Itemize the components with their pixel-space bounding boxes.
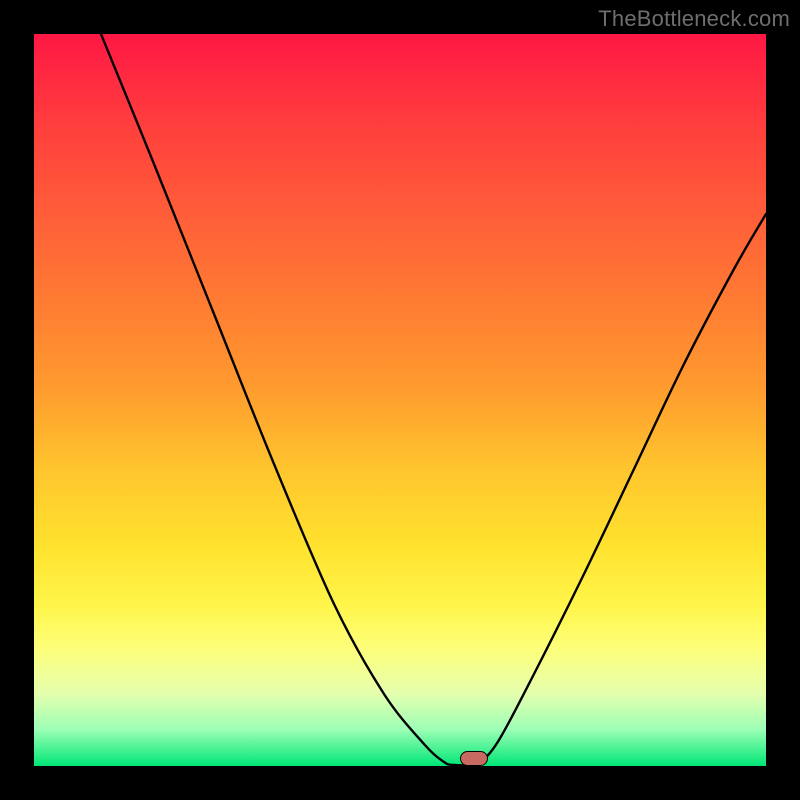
bottleneck-marker <box>460 751 488 766</box>
curve-layer <box>34 34 766 766</box>
chart-frame: TheBottleneck.com <box>0 0 800 800</box>
bottleneck-curve <box>101 34 766 765</box>
watermark-text: TheBottleneck.com <box>598 6 790 32</box>
